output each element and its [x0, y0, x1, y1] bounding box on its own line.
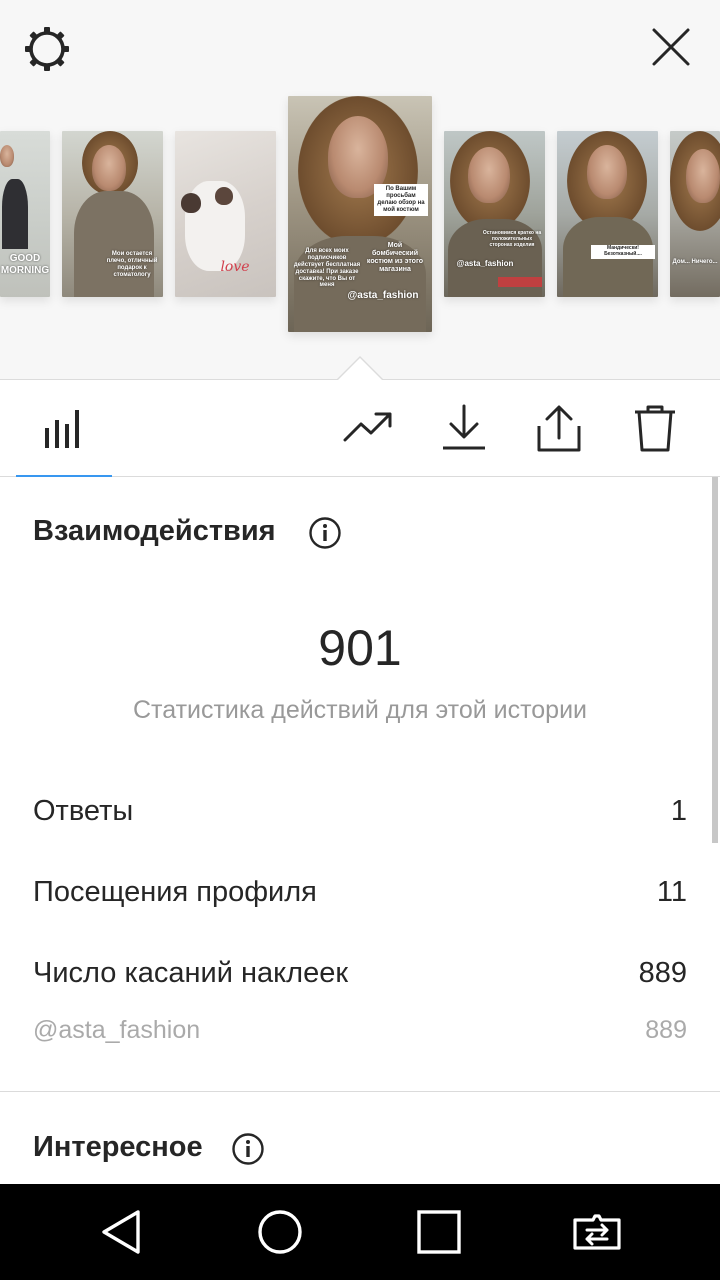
interactions-subtitle: Статистика действий для этой истории [132, 696, 588, 724]
story-caption: Мандически! Безотказный.... [591, 245, 655, 259]
story-thumbnail[interactable]: Мандически! Безотказный.... [557, 131, 658, 297]
section-divider [0, 1091, 720, 1092]
sticker-mention-label: @asta_fashion [33, 1016, 201, 1044]
download-icon[interactable] [438, 402, 490, 454]
sticker-mention-value: 889 [645, 1016, 687, 1044]
back-triangle-icon[interactable] [96, 1206, 148, 1258]
story-thumbnail[interactable]: Мои остается плечо, отличный подарок к с… [62, 131, 163, 297]
share-icon[interactable] [533, 402, 585, 454]
story-carousel: GOOD MORNING Мои остается плечо, отличны… [0, 0, 720, 381]
recents-square-icon[interactable] [413, 1206, 465, 1258]
info-icon[interactable] [231, 1132, 265, 1166]
story-caption: Дом... Ничего... [672, 259, 718, 265]
section-title-discovery: Интересное [33, 1131, 203, 1163]
row-value-sticker-taps: 889 [638, 957, 687, 989]
home-circle-icon[interactable] [254, 1206, 306, 1258]
story-thumbnail[interactable]: GOOD MORNING [0, 131, 50, 297]
close-icon[interactable] [648, 24, 694, 70]
story-caption: love [220, 259, 250, 275]
section-title-interactions: Взаимодействия [33, 515, 276, 547]
tab-insights[interactable] [16, 380, 112, 477]
trash-icon[interactable] [629, 402, 681, 454]
story-thumbnail[interactable]: love [175, 131, 276, 297]
mention-sticker: @asta_fashion [347, 290, 419, 301]
row-label-profile-visits: Посещения профиля [33, 876, 317, 908]
story-caption: Мой бомбический костюм из этого магазина [366, 242, 424, 274]
story-caption: GOOD MORNING [0, 253, 50, 276]
insights-panel[interactable]: Взаимодействия 901 Статистика действий д… [0, 477, 720, 1184]
scrollbar[interactable] [712, 477, 718, 843]
row-value-replies: 1 [670, 795, 687, 827]
story-toolbar [0, 380, 720, 477]
mention-sticker: @asta_fashion [456, 259, 514, 268]
bar-chart-icon [45, 410, 79, 448]
row-label-replies: Ответы [33, 795, 134, 827]
switch-app-icon[interactable] [571, 1206, 623, 1258]
story-caption: Остановимся кратко на положительных стор… [482, 230, 542, 248]
selected-pointer-fill [337, 358, 383, 381]
trending-up-icon[interactable] [342, 402, 394, 454]
system-navigation-bar [0, 1184, 720, 1280]
row-label-sticker-taps: Число касаний наклеек [33, 957, 349, 989]
story-thumbnail-selected[interactable]: По Вашим просьбам делаю обзор на мой кос… [288, 96, 432, 332]
row-value-profile-visits: 11 [656, 876, 687, 908]
story-thumbnail[interactable]: Остановимся кратко на положительных стор… [444, 131, 545, 297]
info-icon[interactable] [308, 516, 342, 550]
gear-icon[interactable] [20, 22, 74, 76]
story-caption: Мои остается плечо, отличный подарок к с… [106, 251, 158, 278]
story-caption: По Вашим просьбам делаю обзор на мой кос… [374, 184, 428, 216]
story-thumbnail[interactable]: Дом... Ничего... [670, 131, 720, 297]
interactions-total: 901 [318, 620, 402, 676]
story-caption: Для всех моих подписчиков действует бесп… [293, 248, 361, 289]
